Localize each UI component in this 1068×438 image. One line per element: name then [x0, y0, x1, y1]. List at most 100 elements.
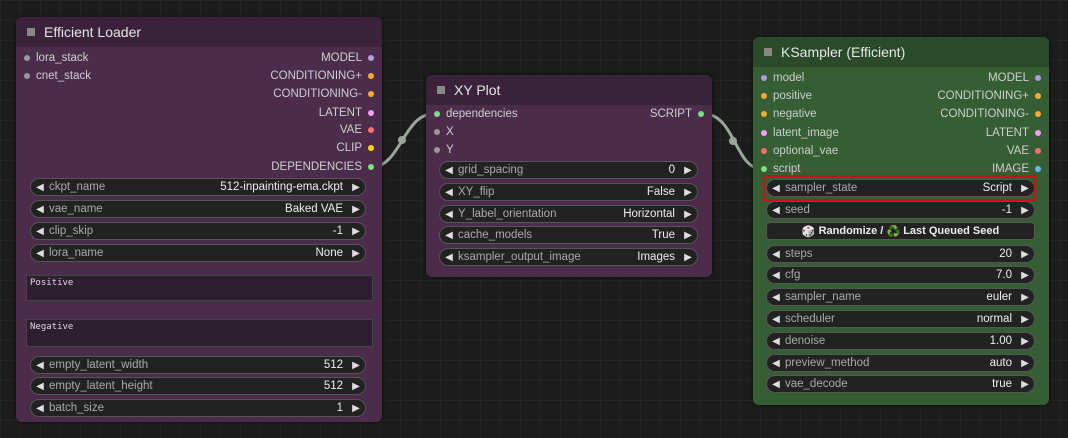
increment-arrow-icon[interactable]: ▶ [679, 187, 697, 198]
widget-empty-latent-width[interactable]: ◀ empty_latent_width 512 ▶ [30, 356, 366, 374]
efficient-loader-node[interactable]: Efficient Loader lora_stack cnet_stack M… [16, 17, 382, 422]
widget-ksampler-output-image[interactable]: ◀ ksampler_output_image Images ▶ [439, 248, 698, 266]
decrement-arrow-icon[interactable]: ◀ [767, 249, 785, 260]
input-slot-optional-vae[interactable]: optional_vae [761, 142, 838, 160]
output-dot-icon[interactable] [368, 127, 374, 133]
output-slot-latent[interactable]: LATENT [986, 124, 1041, 142]
xy-plot-node[interactable]: XY Plot dependencies X Y SCRIPT ◀ grid_s… [426, 75, 712, 277]
decrement-arrow-icon[interactable]: ◀ [767, 336, 785, 347]
output-slot-conditioning-plus[interactable]: CONDITIONING+ [937, 87, 1041, 105]
increment-arrow-icon[interactable]: ▶ [347, 226, 365, 237]
output-slot-conditioning-minus[interactable]: CONDITIONING- [273, 85, 374, 103]
input-dot-icon[interactable] [761, 75, 767, 81]
output-dot-icon[interactable] [368, 73, 374, 79]
widget-cfg[interactable]: ◀ cfg 7.0 ▶ [766, 266, 1035, 284]
decrement-arrow-icon[interactable]: ◀ [31, 182, 49, 193]
input-dot-icon[interactable] [434, 111, 440, 117]
widget-batch-size[interactable]: ◀ batch_size 1 ▶ [30, 399, 366, 417]
increment-arrow-icon[interactable]: ▶ [679, 230, 697, 241]
collapse-toggle-icon[interactable] [27, 28, 35, 36]
increment-arrow-icon[interactable]: ▶ [347, 248, 365, 259]
input-dot-icon[interactable] [761, 93, 767, 99]
output-dot-icon[interactable] [368, 55, 374, 61]
input-slot-dependencies[interactable]: dependencies [434, 105, 518, 123]
widget-xy-flip[interactable]: ◀ XY_flip False ▶ [439, 183, 698, 201]
output-slot-vae[interactable]: VAE [340, 121, 374, 139]
input-slot-model[interactable]: model [761, 69, 804, 87]
decrement-arrow-icon[interactable]: ◀ [440, 187, 458, 198]
input-slot-x[interactable]: X [434, 123, 454, 141]
output-dot-icon[interactable] [368, 164, 374, 170]
decrement-arrow-icon[interactable]: ◀ [767, 314, 785, 325]
increment-arrow-icon[interactable]: ▶ [347, 403, 365, 414]
decrement-arrow-icon[interactable]: ◀ [31, 381, 49, 392]
output-dot-icon[interactable] [1035, 93, 1041, 99]
output-dot-icon[interactable] [1035, 130, 1041, 136]
output-slot-model[interactable]: MODEL [988, 69, 1041, 87]
input-dot-icon[interactable] [761, 148, 767, 154]
output-dot-icon[interactable] [1035, 166, 1041, 172]
input-slot-y[interactable]: Y [434, 141, 454, 159]
output-dot-icon[interactable] [1035, 75, 1041, 81]
collapse-toggle-icon[interactable] [764, 48, 772, 56]
output-slot-script[interactable]: SCRIPT [650, 105, 704, 123]
ksampler-node[interactable]: KSampler (Efficient) model positive nega… [753, 37, 1049, 405]
increment-arrow-icon[interactable]: ▶ [347, 381, 365, 392]
decrement-arrow-icon[interactable]: ◀ [31, 403, 49, 414]
decrement-arrow-icon[interactable]: ◀ [767, 270, 785, 281]
efficient-loader-title[interactable]: Efficient Loader [16, 17, 382, 47]
collapse-toggle-icon[interactable] [437, 86, 445, 94]
widget-empty-latent-height[interactable]: ◀ empty_latent_height 512 ▶ [30, 377, 366, 395]
input-slot-latent-image[interactable]: latent_image [761, 124, 839, 142]
output-dot-icon[interactable] [1035, 148, 1041, 154]
output-dot-icon[interactable] [368, 145, 374, 151]
decrement-arrow-icon[interactable]: ◀ [440, 252, 458, 263]
widget-steps[interactable]: ◀ steps 20 ▶ [766, 245, 1035, 263]
output-dot-icon[interactable] [698, 111, 704, 117]
widget-y-label-orientation[interactable]: ◀ Y_label_orientation Horizontal ▶ [439, 205, 698, 223]
widget-clip-skip[interactable]: ◀ clip_skip -1 ▶ [30, 222, 366, 240]
decrement-arrow-icon[interactable]: ◀ [767, 292, 785, 303]
input-slot-positive[interactable]: positive [761, 87, 812, 105]
widget-cache-models[interactable]: ◀ cache_models True ▶ [439, 226, 698, 244]
widget-preview-method[interactable]: ◀ preview_method auto ▶ [766, 354, 1035, 372]
decrement-arrow-icon[interactable]: ◀ [767, 205, 785, 216]
decrement-arrow-icon[interactable]: ◀ [440, 230, 458, 241]
output-dot-icon[interactable] [368, 110, 374, 116]
increment-arrow-icon[interactable]: ▶ [1016, 314, 1034, 325]
decrement-arrow-icon[interactable]: ◀ [31, 248, 49, 259]
increment-arrow-icon[interactable]: ▶ [347, 182, 365, 193]
output-slot-conditioning-minus[interactable]: CONDITIONING- [940, 105, 1041, 123]
increment-arrow-icon[interactable]: ▶ [1016, 249, 1034, 260]
decrement-arrow-icon[interactable]: ◀ [31, 360, 49, 371]
decrement-arrow-icon[interactable]: ◀ [767, 358, 785, 369]
output-dot-icon[interactable] [1035, 111, 1041, 117]
output-slot-dependencies[interactable]: DEPENDENCIES [271, 158, 374, 176]
input-dot-icon[interactable] [761, 166, 767, 172]
decrement-arrow-icon[interactable]: ◀ [440, 165, 458, 176]
widget-ckpt-name[interactable]: ◀ ckpt_name 512-inpainting-ema.ckpt ▶ [30, 178, 366, 196]
output-slot-vae[interactable]: VAE [1007, 142, 1041, 160]
increment-arrow-icon[interactable]: ▶ [1016, 270, 1034, 281]
widget-scheduler[interactable]: ◀ scheduler normal ▶ [766, 310, 1035, 328]
increment-arrow-icon[interactable]: ▶ [679, 209, 697, 220]
output-slot-model[interactable]: MODEL [321, 49, 374, 67]
increment-arrow-icon[interactable]: ▶ [679, 165, 697, 176]
input-slot-negative[interactable]: negative [761, 105, 816, 123]
decrement-arrow-icon[interactable]: ◀ [440, 209, 458, 220]
randomize-last-seed-button[interactable]: 🎲 Randomize / ♻️ Last Queued Seed [766, 222, 1035, 240]
widget-vae-name[interactable]: ◀ vae_name Baked VAE ▶ [30, 200, 366, 218]
widget-seed[interactable]: ◀ seed -1 ▶ [766, 201, 1035, 219]
ksampler-title[interactable]: KSampler (Efficient) [753, 37, 1049, 67]
positive-prompt-textarea[interactable]: Positive [26, 275, 373, 301]
widget-denoise[interactable]: ◀ denoise 1.00 ▶ [766, 332, 1035, 350]
output-slot-clip[interactable]: CLIP [336, 139, 374, 157]
widget-lora-name[interactable]: ◀ lora_name None ▶ [30, 244, 366, 262]
increment-arrow-icon[interactable]: ▶ [347, 204, 365, 215]
increment-arrow-icon[interactable]: ▶ [1016, 292, 1034, 303]
decrement-arrow-icon[interactable]: ◀ [31, 226, 49, 237]
decrement-arrow-icon[interactable]: ◀ [767, 379, 785, 390]
output-slot-conditioning-plus[interactable]: CONDITIONING+ [270, 67, 374, 85]
output-dot-icon[interactable] [368, 91, 374, 97]
input-dot-icon[interactable] [761, 111, 767, 117]
